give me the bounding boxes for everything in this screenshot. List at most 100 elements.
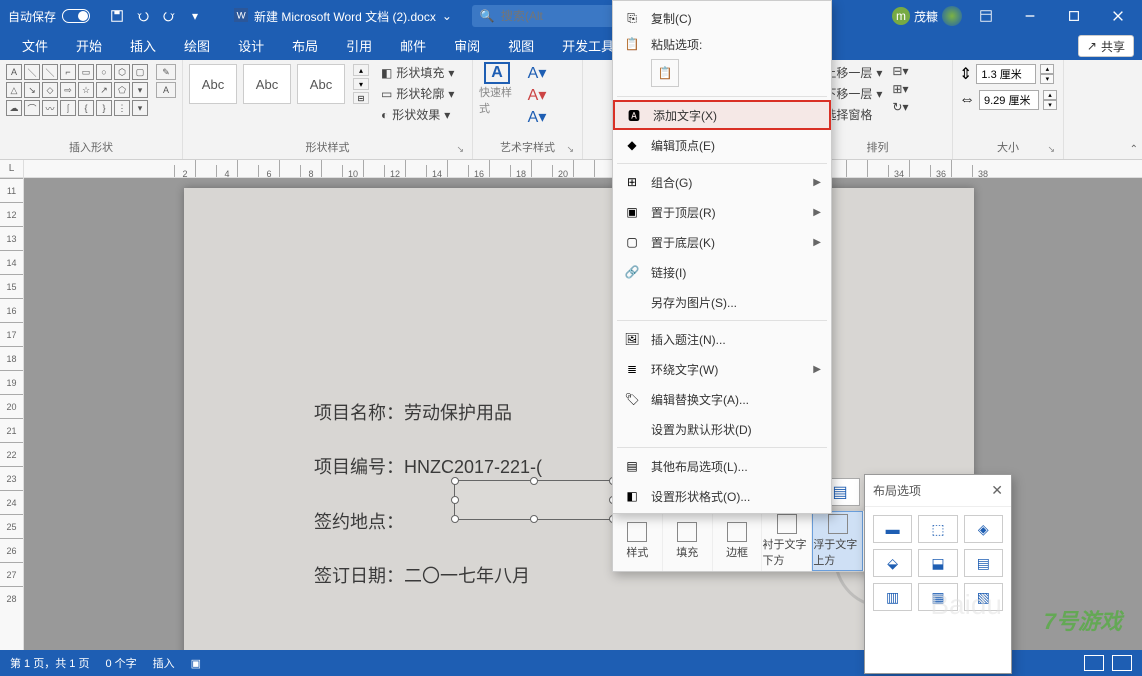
save-icon[interactable] bbox=[108, 7, 126, 25]
ctx-add-text[interactable]: 🅰 添加文字(X) bbox=[613, 100, 831, 130]
shape-effects-button[interactable]: ◐形状效果▾ bbox=[381, 106, 454, 123]
autosave-toggle[interactable]: 自动保存 bbox=[0, 8, 98, 25]
tab-draw[interactable]: 绘图 bbox=[170, 31, 224, 60]
shape-textbox-icon[interactable]: A bbox=[6, 64, 22, 80]
close-icon[interactable]: ✕ bbox=[991, 482, 1003, 499]
shape-diamond-icon[interactable]: ◇ bbox=[42, 82, 58, 98]
ctx-bring-front[interactable]: ▣ 置于顶层(R) ▶ bbox=[613, 197, 831, 227]
page[interactable]: 项目名称：劳动保护用品 项目编号：HNZC2017-221-( 签约地点： 签订… bbox=[184, 188, 974, 650]
shape-line-icon[interactable]: ＼ bbox=[24, 64, 40, 80]
selected-textbox[interactable] bbox=[454, 480, 614, 520]
shape-arrow-icon[interactable]: ↘ bbox=[24, 82, 40, 98]
style-gallery-more[interactable]: ▴ ▾ ⊟ bbox=[353, 64, 369, 104]
word-count[interactable]: 0 个字 bbox=[105, 655, 136, 671]
width-down[interactable]: ▾ bbox=[1043, 100, 1057, 110]
print-view-icon[interactable] bbox=[1112, 655, 1132, 671]
style-preset-2[interactable]: Abc bbox=[243, 64, 291, 104]
layout-infront[interactable]: ▥ bbox=[873, 583, 912, 611]
style-down-icon[interactable]: ▾ bbox=[353, 78, 369, 90]
ctx-edit-alt[interactable]: 🏷 编辑替换文字(A)... bbox=[613, 384, 831, 414]
paste-keep-source-icon[interactable]: 📋 bbox=[651, 59, 679, 87]
tab-mailings[interactable]: 邮件 bbox=[386, 31, 440, 60]
tab-insert[interactable]: 插入 bbox=[116, 31, 170, 60]
tab-references[interactable]: 引用 bbox=[332, 31, 386, 60]
layout-topbottom[interactable]: ⬓ bbox=[918, 549, 957, 577]
undo-icon[interactable] bbox=[134, 7, 152, 25]
tab-view[interactable]: 视图 bbox=[494, 31, 548, 60]
quick-styles-button[interactable]: A 快速样式 bbox=[479, 64, 515, 114]
tab-file[interactable]: 文件 bbox=[8, 31, 62, 60]
rotate-button[interactable]: ↻▾ bbox=[892, 100, 908, 114]
shape-line2-icon[interactable]: ＼ bbox=[42, 64, 58, 80]
shape-arc-icon[interactable]: ⌒ bbox=[24, 100, 40, 116]
shape-gallery[interactable]: A ＼ ＼ ⌐ ▭ ○ ⬡ ▢ △ ↘ ◇ ⇨ ☆ ↗ ⬠ ▾ ☁ ⌒ 〰 ⎰ bbox=[6, 64, 148, 116]
style-up-icon[interactable]: ▴ bbox=[353, 64, 369, 76]
shape-oval-icon[interactable]: ○ bbox=[96, 64, 112, 80]
mt-fill[interactable]: 填充 bbox=[663, 511, 713, 571]
shape-outline-button[interactable]: ▭形状轮廓▾ bbox=[381, 85, 454, 102]
qat-dropdown-icon[interactable]: ▾ bbox=[186, 7, 204, 25]
shape-roundrect-icon[interactable]: ▢ bbox=[132, 64, 148, 80]
style-preset-1[interactable]: Abc bbox=[189, 64, 237, 104]
collapse-ribbon-icon[interactable]: ⌃ bbox=[1130, 144, 1138, 155]
tab-home[interactable]: 开始 bbox=[62, 31, 116, 60]
shape-pentagon-icon[interactable]: ⬠ bbox=[114, 82, 130, 98]
shape-hexagon-icon[interactable]: ⬡ bbox=[114, 64, 130, 80]
read-view-icon[interactable] bbox=[1084, 655, 1104, 671]
shape-triangle-icon[interactable]: △ bbox=[6, 82, 22, 98]
chevron-down-icon[interactable]: ⌄ bbox=[442, 9, 452, 23]
layout-opt8[interactable]: ▦ bbox=[918, 583, 957, 611]
resize-handle[interactable] bbox=[451, 515, 459, 523]
maximize-icon[interactable] bbox=[1054, 0, 1094, 32]
shape-brace-icon[interactable]: { bbox=[78, 100, 94, 116]
tab-design[interactable]: 设计 bbox=[224, 31, 278, 60]
shape-dropdown-icon[interactable]: ▾ bbox=[132, 100, 148, 116]
style-gallery[interactable]: Abc Abc Abc ▴ ▾ ⊟ bbox=[189, 64, 369, 104]
document-title[interactable]: W 新建 Microsoft Word 文档 (2).docx ⌄ bbox=[214, 8, 472, 25]
width-input[interactable] bbox=[979, 90, 1039, 110]
group-button[interactable]: ⊞▾ bbox=[892, 82, 908, 96]
mt-behind-text[interactable]: 衬于文字下方 bbox=[762, 511, 812, 571]
ribbon-mode-icon[interactable] bbox=[966, 0, 1006, 32]
shape-rect-icon[interactable]: ▭ bbox=[78, 64, 94, 80]
shape-more-icon[interactable]: ▾ bbox=[132, 82, 148, 98]
close-icon[interactable] bbox=[1098, 0, 1138, 32]
text-fill-icon[interactable]: A▾ bbox=[525, 64, 549, 82]
shape-star-icon[interactable]: ☆ bbox=[78, 82, 94, 98]
minimize-icon[interactable] bbox=[1010, 0, 1050, 32]
ctx-save-as-pic[interactable]: 另存为图片(S)... bbox=[613, 287, 831, 317]
layout-tight[interactable]: ◈ bbox=[964, 515, 1003, 543]
layout-behind[interactable]: ▤ bbox=[964, 549, 1003, 577]
style-preset-3[interactable]: Abc bbox=[297, 64, 345, 104]
edit-shape-icon[interactable]: ✎ bbox=[156, 64, 176, 80]
shape-connector-icon[interactable]: ⌐ bbox=[60, 64, 76, 80]
share-button[interactable]: ↗ 共享 bbox=[1078, 35, 1134, 57]
ctx-link[interactable]: 🔗 链接(I) bbox=[613, 257, 831, 287]
resize-handle[interactable] bbox=[530, 477, 538, 485]
ctx-set-default[interactable]: 设置为默认形状(D) bbox=[613, 414, 831, 444]
resize-handle[interactable] bbox=[451, 496, 459, 504]
shape-arrow3-icon[interactable]: ↗ bbox=[96, 82, 112, 98]
layout-inline[interactable]: ▬ bbox=[873, 515, 912, 543]
layout-square[interactable]: ⬚ bbox=[918, 515, 957, 543]
shape-expand-icon[interactable]: ⋮ bbox=[114, 100, 130, 116]
avatar[interactable] bbox=[942, 6, 962, 26]
align-button[interactable]: ⊟▾ bbox=[892, 64, 908, 78]
shape-freeform-icon[interactable]: ⎰ bbox=[60, 100, 76, 116]
layout-opt9[interactable]: ▧ bbox=[964, 583, 1003, 611]
ctx-format-shape[interactable]: ◧ 设置形状格式(O)... bbox=[613, 481, 831, 511]
resize-handle[interactable] bbox=[451, 477, 459, 485]
shape-curve-icon[interactable]: 〰 bbox=[42, 100, 58, 116]
ctx-group[interactable]: ⊞ 组合(G) ▶ bbox=[613, 167, 831, 197]
width-up[interactable]: ▴ bbox=[1043, 90, 1057, 100]
shape-fill-button[interactable]: ◧形状填充▾ bbox=[381, 64, 454, 81]
launcher-icon[interactable]: ↘ bbox=[566, 144, 574, 155]
ctx-insert-caption[interactable]: 🖼 插入题注(N)... bbox=[613, 324, 831, 354]
height-input[interactable] bbox=[976, 64, 1036, 84]
vertical-ruler[interactable]: 111213141516171819202122232425262728 bbox=[0, 178, 24, 650]
style-expand-icon[interactable]: ⊟ bbox=[353, 92, 369, 104]
redo-icon[interactable] bbox=[160, 7, 178, 25]
page-indicator[interactable]: 第 1 页，共 1 页 bbox=[10, 655, 89, 671]
insert-mode[interactable]: 插入 bbox=[153, 655, 175, 671]
text-outline-icon[interactable]: A▾ bbox=[525, 86, 549, 104]
